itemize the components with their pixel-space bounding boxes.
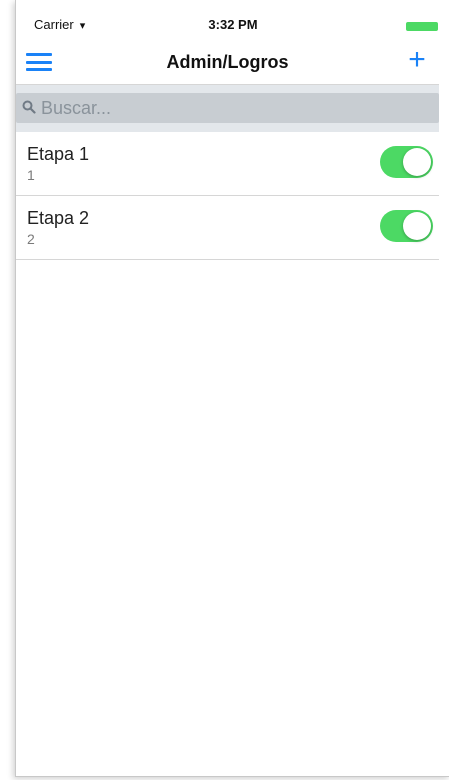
item-title: Etapa 1 — [27, 144, 90, 164]
enabled-toggle[interactable] — [380, 146, 433, 178]
list-item[interactable]: Etapa 2 2 — [16, 196, 439, 260]
stages-list: Etapa 1 1 Etapa 2 2 — [16, 132, 439, 260]
toggle-knob — [403, 212, 431, 240]
toggle-knob — [403, 148, 431, 176]
page: Carrier▾ 3:32 PM Admin/Logros + Etapa 1 … — [0, 0, 449, 780]
item-subtitle: 1 — [27, 167, 35, 183]
status-bar: Carrier ▾ 3:32 PM — [16, 0, 449, 40]
plus-icon[interactable]: + — [405, 45, 429, 75]
battery-icon — [406, 22, 438, 31]
item-title: Etapa 2 — [27, 208, 90, 228]
list-item[interactable]: Etapa 1 1 — [16, 132, 439, 196]
search-input[interactable] — [41, 93, 421, 123]
page-title: Admin/Logros — [166, 52, 289, 72]
search-field[interactable] — [16, 93, 439, 123]
status-time: 3:32 PM — [208, 17, 258, 32]
enabled-toggle[interactable] — [380, 210, 433, 242]
search-bar — [16, 85, 439, 132]
item-subtitle: 2 — [27, 231, 35, 247]
search-icon — [22, 100, 36, 114]
navigation-bar: Admin/Logros + — [16, 40, 439, 85]
